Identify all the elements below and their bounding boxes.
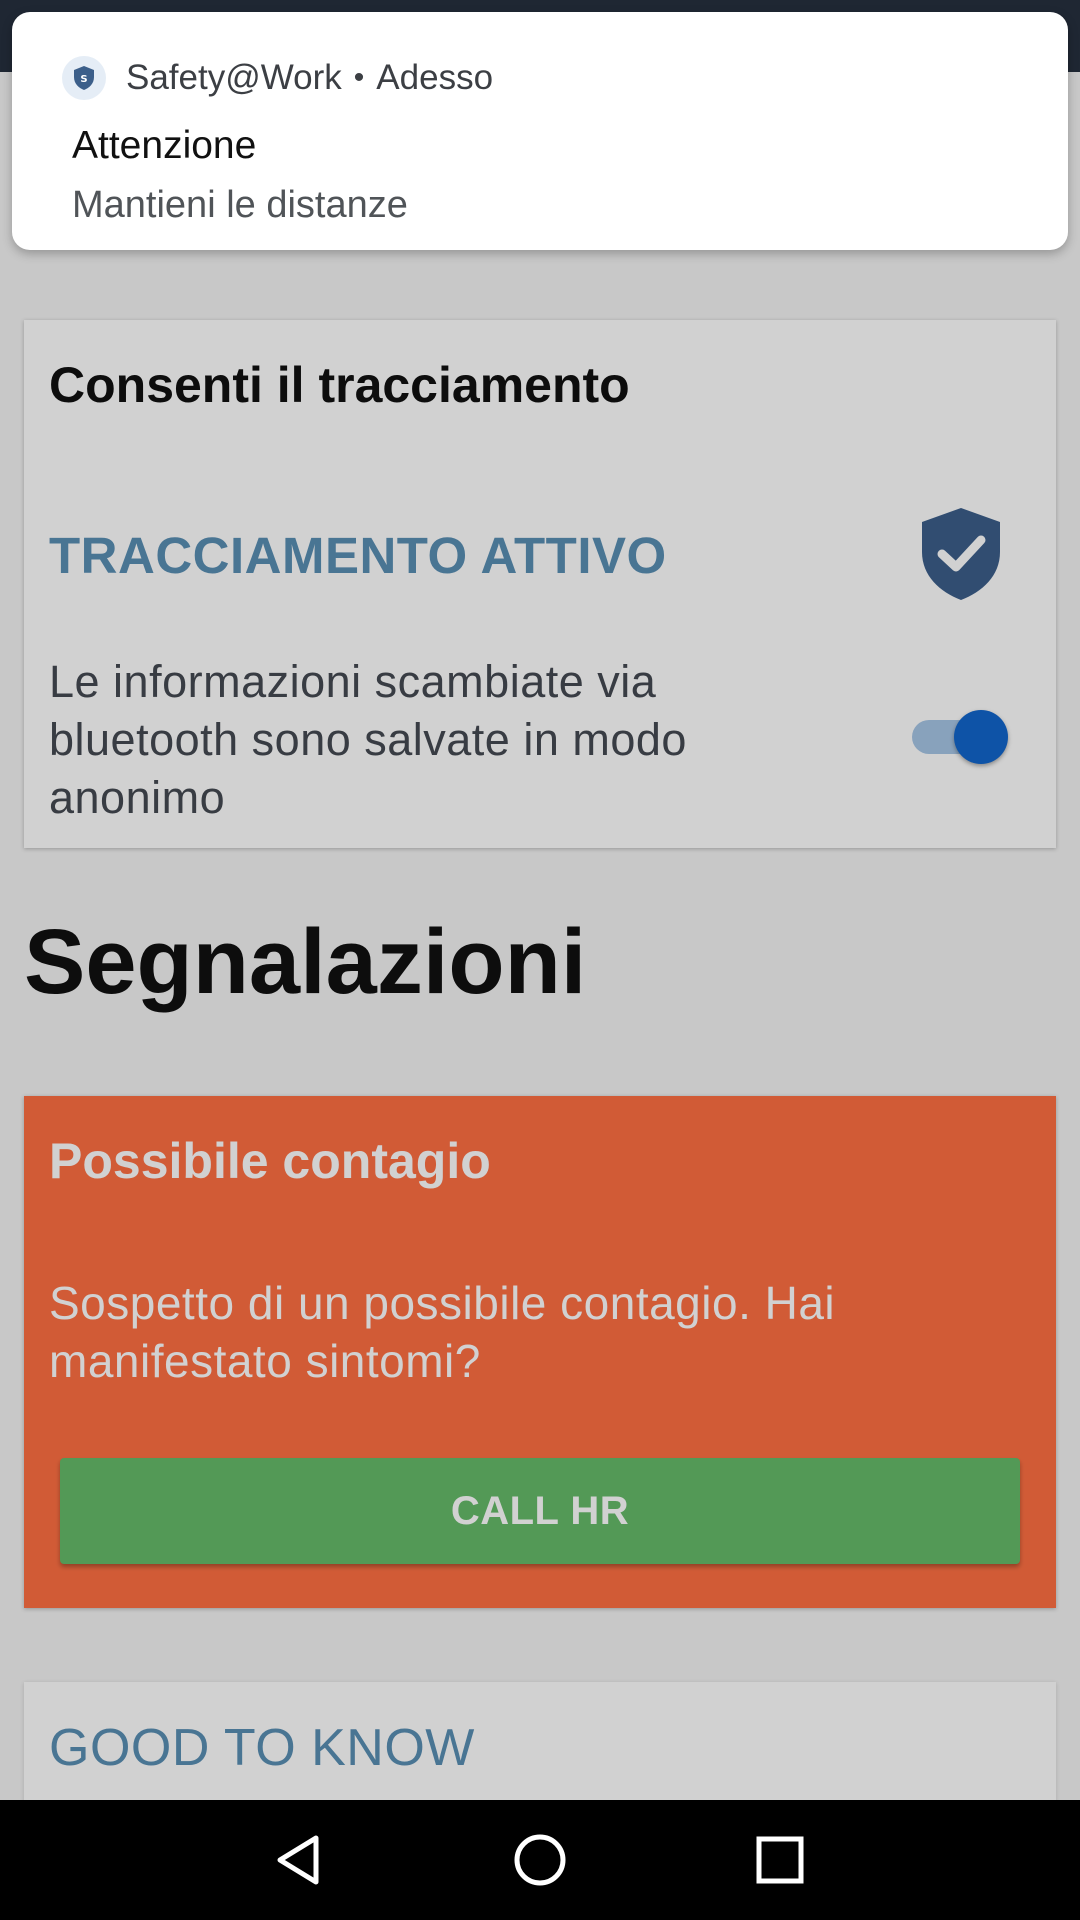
home-circle-icon[interactable] [510,1830,570,1890]
notification-time: Adesso [376,58,494,97]
good-to-know-title: GOOD TO KNOW [49,1719,475,1777]
alert-card-text: Sospetto di un possibile contagio. Hai m… [49,1277,836,1387]
alert-card-title: Possibile contagio [49,1133,491,1189]
reports-section-title: Segnalazioni [24,911,587,1013]
tracking-card: Consenti il tracciamento TRACCIAMENTO AT… [24,320,1056,848]
notification-separator: • [353,61,365,94]
navigation-bar [0,1800,1080,1920]
tracking-toggle[interactable] [906,704,1008,764]
shield-icon: S [62,56,106,100]
recents-square-icon[interactable] [750,1830,810,1890]
notification-header: S Safety@Work • Adesso [62,56,493,100]
notification-title: Attenzione [72,124,257,167]
alert-card: Possibile contagio Sospetto di un possib… [24,1096,1056,1608]
back-triangle-icon[interactable] [270,1830,330,1890]
tracking-card-title: Consenti il tracciamento [49,357,630,413]
call-hr-button[interactable]: CALL HR [60,1458,1020,1564]
notification-app-name: Safety@Work [126,58,342,97]
toggle-thumb [954,710,1008,764]
svg-text:S: S [80,74,87,85]
tracking-status-label: TRACCIAMENTO ATTIVO [49,527,667,584]
shield-check-icon [920,506,1002,602]
notification-banner[interactable]: S Safety@Work • Adesso Attenzione Mantie… [12,12,1068,250]
tracking-description: Le informazioni scambiate via bluetooth … [49,656,687,823]
notification-text: Mantieni le distanze [72,184,408,226]
